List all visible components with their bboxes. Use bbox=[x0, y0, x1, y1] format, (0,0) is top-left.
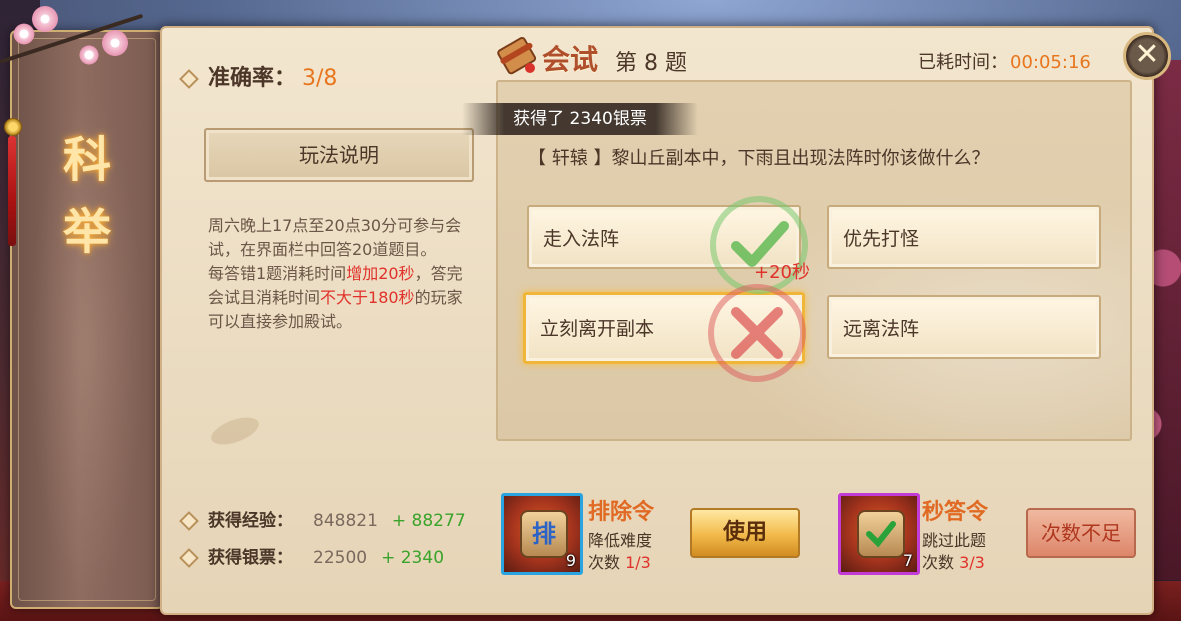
answer-option-4[interactable]: 远离法阵 bbox=[827, 295, 1101, 359]
skip-desc: 跳过此题 bbox=[922, 531, 987, 550]
eliminate-token-icon[interactable]: 排 9 bbox=[501, 493, 583, 575]
rules-line2-d: 不大于180秒 bbox=[320, 288, 415, 307]
rules-line2-b: 增加20秒 bbox=[346, 264, 415, 283]
rules-line2-a: 每答错1题消耗时间 bbox=[208, 264, 347, 283]
diamond-icon bbox=[179, 511, 199, 531]
timer-value: 00:05:16 bbox=[1010, 52, 1091, 73]
exp-stat: 获得经验： 848821 + 88277 bbox=[179, 506, 466, 531]
silver-value: 22500 bbox=[313, 548, 368, 568]
exp-label: 获得经验： bbox=[208, 511, 293, 531]
exam-title: 会试 bbox=[542, 43, 599, 76]
time-penalty: +20秒 bbox=[754, 262, 810, 283]
exp-gain: + 88277 bbox=[391, 511, 466, 531]
question-text: 【 轩辕 】黎山丘副本中，下雨且出现法阵时你该做什么？ bbox=[528, 148, 990, 169]
question-number: 第 8 题 bbox=[615, 51, 687, 76]
silver-gain: + 2340 bbox=[381, 548, 445, 568]
insufficient-uses-button: 次数不足 bbox=[1026, 508, 1136, 558]
blossom-icon bbox=[12, 22, 36, 46]
skip-token-name: 秒答令 bbox=[922, 500, 989, 525]
skip-uses-label: 次数 bbox=[922, 553, 955, 572]
banner-title-char2: 举 bbox=[62, 204, 111, 260]
eliminate-uses-label: 次数 bbox=[588, 553, 621, 572]
skip-uses-value: 3/3 bbox=[959, 553, 985, 572]
silver-label: 获得银票： bbox=[208, 548, 293, 568]
rules-button[interactable]: 玩法说明 bbox=[204, 128, 474, 182]
blossom-icon bbox=[100, 28, 130, 58]
timer-label: 已耗时间： bbox=[918, 52, 1008, 73]
cross-icon bbox=[731, 307, 783, 359]
diamond-icon bbox=[179, 548, 199, 568]
accuracy-value: 3/8 bbox=[302, 66, 338, 91]
eliminate-glyph: 排 bbox=[520, 510, 568, 558]
close-icon: ✕ bbox=[1134, 37, 1160, 72]
answer-option-2[interactable]: 优先打怪 bbox=[827, 205, 1101, 269]
use-button[interactable]: 使用 bbox=[690, 508, 800, 558]
silver-stat: 获得银票： 22500 + 2340 bbox=[179, 543, 445, 568]
eliminate-token-desc: 降低难度 次数 1/3 bbox=[588, 530, 652, 574]
accuracy-label: 准确率： bbox=[208, 66, 297, 91]
skip-glyph bbox=[857, 510, 905, 558]
coin-pendant-icon bbox=[4, 118, 22, 136]
wrong-cross-icon bbox=[708, 284, 806, 382]
blossom-icon bbox=[78, 44, 100, 66]
close-button[interactable]: ✕ bbox=[1123, 32, 1171, 80]
eliminate-uses-value: 1/3 bbox=[625, 553, 651, 572]
skip-token-desc: 跳过此题 次数 3/3 bbox=[922, 530, 986, 574]
scroll-icon bbox=[497, 36, 537, 75]
side-banner: 科 举 bbox=[10, 30, 164, 609]
skip-token-icon[interactable]: 7 bbox=[838, 493, 920, 575]
elapsed-timer: 已耗时间： 00:05:16 bbox=[918, 48, 1091, 74]
exp-value: 848821 bbox=[313, 511, 378, 531]
eliminate-token-name: 排除令 bbox=[588, 500, 655, 525]
reward-toast: 获得了 2340银票 bbox=[462, 103, 698, 135]
diamond-icon bbox=[179, 69, 199, 89]
check-icon bbox=[866, 521, 896, 548]
rules-line1: 周六晚上17点至20点30分可参与会试，在界面栏中回答20道题目。 bbox=[208, 216, 462, 259]
rules-text: 周六晚上17点至20点30分可参与会试，在界面栏中回答20道题目。 每答错1题消… bbox=[208, 214, 473, 334]
eliminate-count: 9 bbox=[565, 551, 576, 570]
tassel-icon bbox=[8, 136, 16, 246]
accuracy: 准确率： 3/8 bbox=[179, 60, 338, 92]
skip-count: 7 bbox=[902, 551, 913, 570]
eliminate-desc: 降低难度 bbox=[588, 531, 653, 550]
banner-title-char1: 科 bbox=[62, 132, 111, 188]
